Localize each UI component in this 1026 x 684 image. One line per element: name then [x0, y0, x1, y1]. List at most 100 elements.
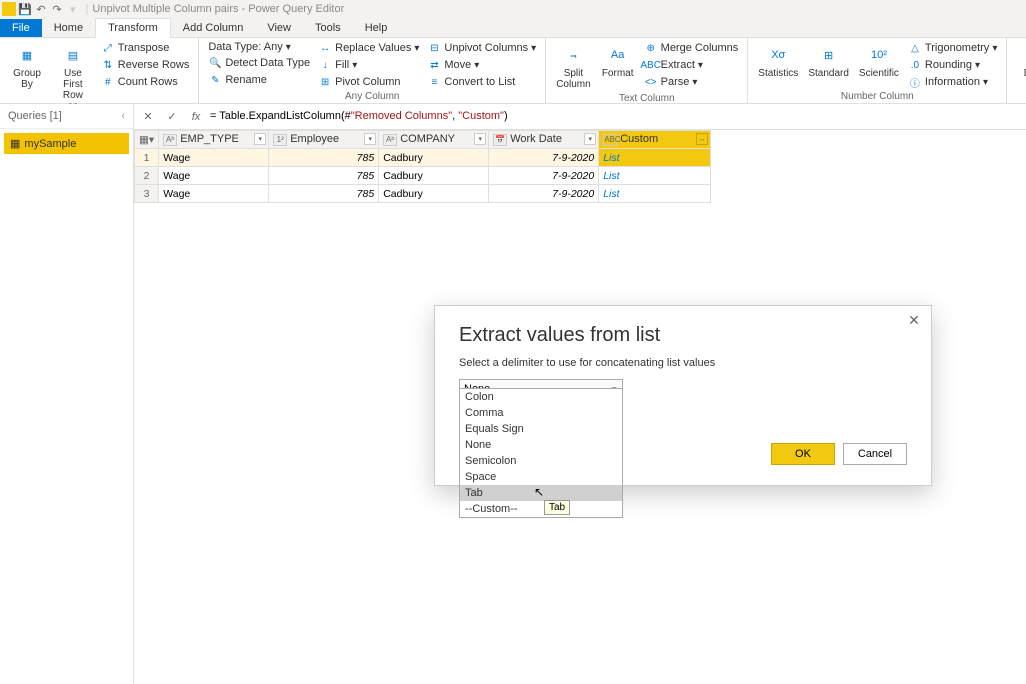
move-button[interactable]: ⇄Move ▾: [424, 57, 539, 73]
col-employee[interactable]: 1²Employee▾: [269, 131, 379, 149]
delimiter-option[interactable]: Space: [460, 469, 622, 485]
merge-columns-button[interactable]: ⊕Merge Columns: [641, 40, 742, 56]
filter-icon[interactable]: ▾: [254, 133, 266, 145]
parse-button[interactable]: <>Parse ▾: [641, 74, 742, 90]
col-work-date[interactable]: 📅Work Date▾: [489, 131, 599, 149]
stats-icon: Xσ: [764, 42, 792, 68]
cell-company[interactable]: Cadbury: [379, 149, 489, 167]
delimiter-option[interactable]: Equals Sign: [460, 421, 622, 437]
group-table: ▦ Group By ▤ Use First Row as Headers ⤢T…: [0, 38, 199, 103]
delimiter-option[interactable]: None: [460, 437, 622, 453]
filter-icon[interactable]: ▾: [584, 133, 596, 145]
extract-button[interactable]: ABCExtract ▾: [641, 57, 742, 73]
count-icon: #: [101, 75, 115, 89]
col-custom[interactable]: ABCCustom↔: [599, 131, 711, 149]
redo-icon[interactable]: ↷: [50, 2, 64, 16]
filter-icon[interactable]: ▾: [474, 133, 486, 145]
delimiter-option[interactable]: Comma: [460, 405, 622, 421]
delimiter-option[interactable]: Tab: [460, 485, 622, 501]
row-corner[interactable]: ▦▾: [135, 131, 159, 149]
pivot-icon: ⊞: [318, 75, 332, 89]
tab-home[interactable]: Home: [42, 19, 95, 37]
undo-icon[interactable]: ↶: [34, 2, 48, 16]
parse-icon: <>: [644, 75, 658, 89]
cell-custom[interactable]: List: [599, 149, 711, 167]
text-type-icon: Aᵇ: [163, 134, 177, 146]
standard-icon: ⊞: [815, 42, 843, 68]
statistics-button[interactable]: XσStatistics: [754, 40, 802, 81]
delimiter-dropdown: ColonCommaEquals SignNoneSemicolonSpaceT…: [459, 388, 623, 518]
rounding-button[interactable]: .0Rounding ▾: [905, 57, 1000, 73]
cell-custom[interactable]: List: [599, 185, 711, 203]
save-icon[interactable]: 💾: [18, 2, 32, 16]
information-button[interactable]: ⓘInformation ▾: [905, 74, 1000, 90]
query-item[interactable]: ▦ mySample: [4, 133, 129, 154]
formula-input[interactable]: = Table.ExpandListColumn(#"Removed Colum…: [210, 110, 1022, 123]
row-number: 2: [135, 167, 159, 185]
date-button[interactable]: 📅Date: [1013, 40, 1026, 81]
table-row[interactable]: 2 Wage 785 Cadbury 7-9-2020 List: [135, 167, 711, 185]
delimiter-option[interactable]: Semicolon: [460, 453, 622, 469]
tab-file[interactable]: File: [0, 19, 42, 37]
cell-work-date[interactable]: 7-9-2020: [489, 167, 599, 185]
cell-emp-type[interactable]: Wage: [159, 149, 269, 167]
data-type-button[interactable]: Data Type: Any ▾: [205, 40, 313, 54]
cell-custom[interactable]: List: [599, 167, 711, 185]
col-company[interactable]: AᵇCOMPANY▾: [379, 131, 489, 149]
replace-values-button[interactable]: ↔Replace Values ▾: [315, 40, 422, 56]
fx-icon[interactable]: fx: [186, 107, 206, 127]
cancel-button[interactable]: Cancel: [843, 443, 907, 465]
table-row[interactable]: 1 Wage 785 Cadbury 7-9-2020 List: [135, 149, 711, 167]
detect-data-type-button[interactable]: 🔍Detect Data Type: [205, 55, 313, 71]
ok-button[interactable]: OK: [771, 443, 835, 465]
scientific-icon: 10²: [865, 42, 893, 68]
cell-emp-type[interactable]: Wage: [159, 185, 269, 203]
cell-employee[interactable]: 785: [269, 149, 379, 167]
rename-button[interactable]: ✎Rename: [205, 72, 313, 88]
delimiter-option[interactable]: --Custom--: [460, 501, 622, 517]
filter-icon[interactable]: ▾: [364, 133, 376, 145]
table-row[interactable]: 3 Wage 785 Cadbury 7-9-2020 List: [135, 185, 711, 203]
ribbon: ▦ Group By ▤ Use First Row as Headers ⤢T…: [0, 38, 1026, 104]
delimiter-option[interactable]: Colon: [460, 389, 622, 405]
list-icon: ≡: [427, 75, 441, 89]
queries-pane: Queries [1] ‹ ▦ mySample: [0, 104, 134, 684]
tab-add-column[interactable]: Add Column: [171, 19, 256, 37]
grid-container: ▦▾ AᵇEMP_TYPE▾ 1²Employee▾ AᵇCOMPANY▾ 📅W…: [134, 130, 1026, 203]
group-by-button[interactable]: ▦ Group By: [6, 40, 48, 92]
pivot-column-button[interactable]: ⊞Pivot Column: [315, 74, 422, 90]
format-icon: Aa: [604, 42, 632, 68]
merge-icon: ⊕: [644, 41, 658, 55]
accept-formula-icon[interactable]: ✓: [162, 107, 182, 127]
split-column-button[interactable]: ⫬ Split Column: [552, 40, 594, 92]
collapse-pane-icon[interactable]: ‹: [121, 110, 125, 122]
transpose-button[interactable]: ⤢Transpose: [98, 40, 193, 56]
dialog-title: Extract values from list: [459, 324, 907, 347]
cell-emp-type[interactable]: Wage: [159, 167, 269, 185]
convert-to-list-button[interactable]: ≡Convert to List: [424, 74, 539, 90]
cell-work-date[interactable]: 7-9-2020: [489, 185, 599, 203]
tab-help[interactable]: Help: [353, 19, 400, 37]
cell-employee[interactable]: 785: [269, 167, 379, 185]
tab-view[interactable]: View: [255, 19, 303, 37]
reverse-rows-button[interactable]: ⇅Reverse Rows: [98, 57, 193, 73]
cell-company[interactable]: Cadbury: [379, 185, 489, 203]
expand-column-icon[interactable]: ↔: [696, 133, 708, 145]
cell-work-date[interactable]: 7-9-2020: [489, 149, 599, 167]
tab-tools[interactable]: Tools: [303, 19, 353, 37]
standard-button[interactable]: ⊞Standard: [804, 40, 853, 81]
count-rows-button[interactable]: #Count Rows: [98, 74, 193, 90]
cell-employee[interactable]: 785: [269, 185, 379, 203]
scientific-button[interactable]: 10²Scientific: [855, 40, 903, 81]
trigonometry-button[interactable]: △Trigonometry ▾: [905, 40, 1000, 56]
format-button[interactable]: Aa Format: [597, 40, 639, 81]
unpivot-columns-button[interactable]: ⊟Unpivot Columns ▾: [424, 40, 539, 56]
cancel-formula-icon[interactable]: ✕: [138, 107, 158, 127]
tab-transform[interactable]: Transform: [95, 18, 171, 38]
extract-icon: ABC: [644, 58, 658, 72]
cell-company[interactable]: Cadbury: [379, 167, 489, 185]
col-emp-type[interactable]: AᵇEMP_TYPE▾: [159, 131, 269, 149]
replace-icon: ↔: [318, 41, 332, 55]
close-icon[interactable]: ✕: [905, 312, 923, 330]
fill-button[interactable]: ↓Fill ▾: [315, 57, 422, 73]
